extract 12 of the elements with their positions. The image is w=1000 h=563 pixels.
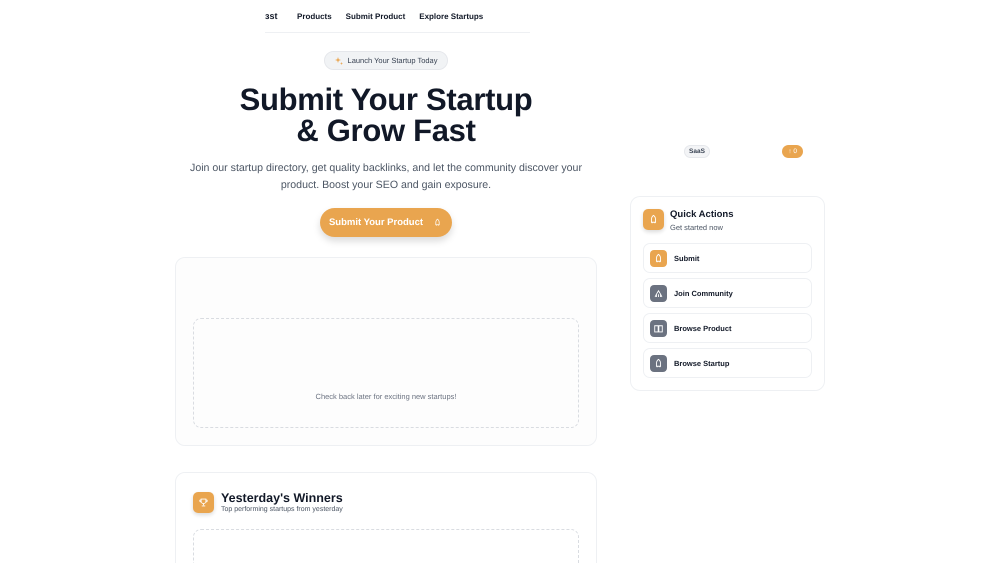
nav-link[interactable]: Products xyxy=(297,12,332,20)
hero-subtitle: Join our startup directory, get quality backlinks, and let the community discover your product. Boost your SEO and gain exposure. xyxy=(189,161,583,193)
quick-actions-title: Quick Actions xyxy=(670,209,734,220)
sparkle-icon xyxy=(334,56,343,64)
rocket-icon xyxy=(433,218,442,227)
winners-title: Yesterday's Winners xyxy=(221,491,343,505)
nav-link[interactable]: Explore Startups xyxy=(419,12,484,20)
site-logo[interactable]: ɜst xyxy=(265,11,283,21)
rocket-icon xyxy=(643,209,664,230)
trophy-icon xyxy=(193,492,214,512)
nav-link[interactable]: Submit Product xyxy=(346,12,406,20)
hero-title: Submit Your Startup & Grow Fast xyxy=(240,84,532,146)
